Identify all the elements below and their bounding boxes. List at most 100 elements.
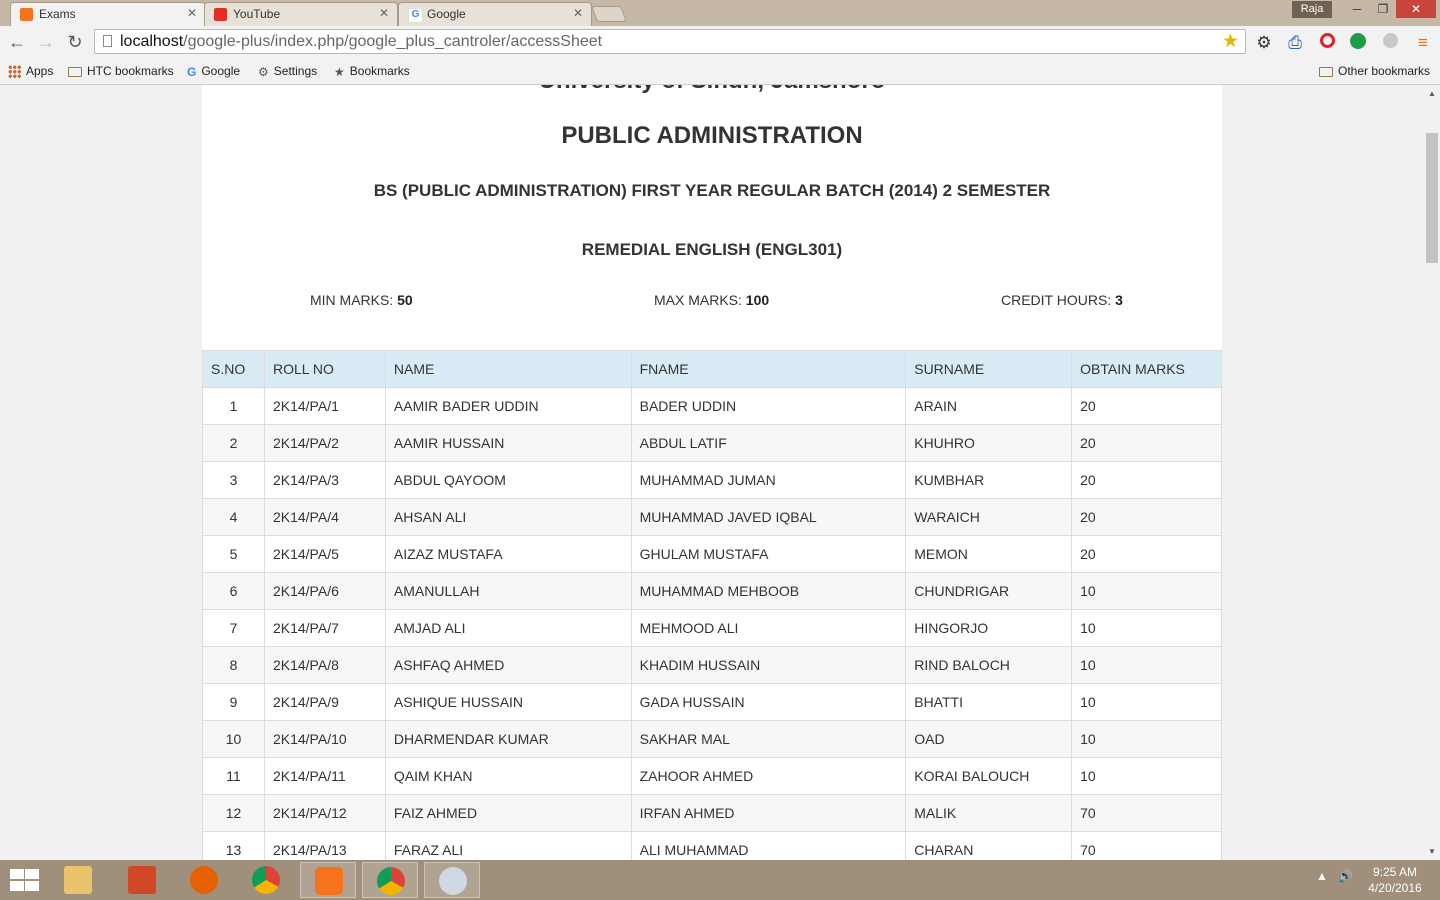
close-tab-icon[interactable]: ✕ — [379, 6, 389, 20]
back-icon[interactable]: ← — [6, 31, 28, 53]
cell-surname: MALIK — [905, 794, 1073, 832]
bookmark-htc[interactable]: HTC bookmarks — [68, 62, 174, 80]
bookmark-star-icon[interactable]: ★ — [1222, 30, 1239, 53]
cell-obtain-marks: 20 — [1071, 461, 1222, 499]
cell-roll-no: 2K14/PA/7 — [263, 609, 386, 647]
scrollbar-thumb[interactable] — [1426, 133, 1438, 263]
new-tab-button[interactable] — [591, 6, 627, 22]
cell-obtain-marks: 10 — [1071, 683, 1222, 721]
department-title: PUBLIC ADMINISTRATION — [561, 122, 863, 149]
taskbar-powerpoint[interactable] — [114, 862, 170, 898]
header-fname: FNAME — [630, 350, 907, 388]
cell-name: AHSAN ALI — [384, 498, 632, 536]
cell-name: ASHIQUE HUSSAIN — [384, 683, 632, 721]
paint-icon — [439, 867, 467, 895]
taskbar-file-explorer[interactable] — [50, 862, 106, 898]
cell-sno: 8 — [202, 646, 265, 684]
cell-sno: 9 — [202, 683, 265, 721]
cell-obtain-marks: 20 — [1071, 387, 1222, 425]
tab-youtube[interactable]: YouTube ✕ — [204, 2, 398, 26]
bookmark-bookmarks[interactable]: ★ Bookmarks — [334, 62, 410, 80]
clock[interactable]: 9:25 AM 4/20/2016 — [1360, 864, 1430, 896]
vertical-scrollbar[interactable]: ▲ ▼ — [1424, 85, 1440, 860]
cell-obtain-marks: 10 — [1071, 646, 1222, 684]
tab-google[interactable]: G Google ✕ — [398, 2, 592, 26]
cell-sno: 7 — [202, 609, 265, 647]
cell-sno: 10 — [202, 720, 265, 758]
close-window-icon[interactable]: ✕ — [1396, 0, 1436, 18]
print-icon[interactable]: ⎙ — [1285, 33, 1305, 53]
table-row: 1 2K14/PA/1 AAMIR BADER UDDIN BADER UDDIN AR… — [202, 387, 1222, 425]
cell-sno: 13 — [202, 831, 265, 860]
menu-icon[interactable]: ≡ — [1413, 33, 1433, 53]
show-hidden-icons[interactable]: ▲ — [1316, 869, 1328, 883]
opera-icon[interactable] — [1317, 33, 1337, 53]
profile-button[interactable]: Raja — [1292, 1, 1332, 18]
cell-fname: ABDUL LATIF — [630, 424, 907, 462]
cell-obtain-marks: 70 — [1071, 794, 1222, 832]
cell-sno: 11 — [202, 757, 265, 795]
taskbar-chrome-active[interactable] — [362, 862, 418, 898]
extension-gray-icon[interactable] — [1380, 33, 1400, 53]
bookmark-google[interactable]: G Google — [187, 62, 240, 80]
table-header-row: S.NO ROLL NO NAME FNAME SURNAME OBTAIN M… — [202, 350, 1222, 388]
cell-fname: GHULAM MUSTAFA — [630, 535, 907, 573]
minimize-icon[interactable]: ─ — [1344, 0, 1370, 18]
start-button[interactable] — [8, 868, 40, 892]
cell-roll-no: 2K14/PA/5 — [263, 535, 386, 573]
cell-fname: ALI MUHAMMAD — [630, 831, 907, 860]
cell-fname: IRFAN AHMED — [630, 794, 907, 832]
bookmark-settings[interactable]: ⚙ Settings — [258, 62, 317, 80]
cell-name: DHARMENDAR KUMAR — [384, 720, 632, 758]
cell-name: ASHFAQ AHMED — [384, 646, 632, 684]
taskbar-chrome[interactable] — [238, 862, 294, 898]
cell-name: AMJAD ALI — [384, 609, 632, 647]
cell-roll-no: 2K14/PA/8 — [263, 646, 386, 684]
powerpoint-icon — [128, 866, 156, 894]
browser-toolbar: ← → ↻ localhost/google-plus/index.php/go… — [0, 26, 1440, 59]
firefox-icon — [190, 866, 218, 894]
reload-icon[interactable]: ↻ — [64, 31, 86, 53]
cell-roll-no: 2K14/PA/13 — [263, 831, 386, 860]
tab-exams[interactable]: Exams ✕ — [10, 2, 206, 26]
address-bar[interactable]: localhost/google-plus/index.php/google_p… — [94, 29, 1246, 54]
table-row: 13 2K14/PA/13 FARAZ ALI ALI MUHAMMAD CHARAN 7… — [202, 831, 1222, 860]
gear-icon[interactable]: ⚙ — [1254, 33, 1274, 53]
cell-obtain-marks: 10 — [1071, 720, 1222, 758]
cell-name: ABDUL QAYOOM — [384, 461, 632, 499]
bookmark-other[interactable]: Other bookmarks — [1319, 62, 1430, 80]
cell-surname: KHUHRO — [905, 424, 1073, 462]
table-row: 4 2K14/PA/4 AHSAN ALI MUHAMMAD JAVED IQBAL W… — [202, 498, 1222, 536]
max-marks: MAX MARKS: 100 — [654, 292, 770, 308]
scroll-up-icon[interactable]: ▲ — [1428, 89, 1436, 98]
table-body: 1 2K14/PA/1 AAMIR BADER UDDIN BADER UDDIN AR… — [202, 387, 1222, 860]
folder-icon — [64, 866, 92, 894]
cell-fname: MUHAMMAD MEHBOOB — [630, 572, 907, 610]
cell-surname: RIND BALOCH — [905, 646, 1073, 684]
star-icon: ★ — [334, 64, 345, 79]
forward-icon[interactable]: → — [35, 31, 57, 53]
course-title: REMEDIAL ENGLISH (ENGL301) — [581, 240, 843, 259]
close-tab-icon[interactable]: ✕ — [187, 6, 197, 20]
table-row: 7 2K14/PA/7 AMJAD ALI MEHMOOD ALI HINGORJO 10 — [202, 609, 1222, 647]
taskbar-firefox[interactable] — [176, 862, 232, 898]
cell-roll-no: 2K14/PA/4 — [263, 498, 386, 536]
tab-title: Google — [427, 7, 466, 21]
header-sno: S.NO — [202, 350, 265, 388]
cell-fname: MUHAMMAD JAVED IQBAL — [630, 498, 907, 536]
close-tab-icon[interactable]: ✕ — [573, 6, 583, 20]
scroll-down-icon[interactable]: ▼ — [1428, 847, 1436, 856]
cell-roll-no: 2K14/PA/12 — [263, 794, 386, 832]
header-obtain-marks: OBTAIN MARKS — [1071, 350, 1222, 388]
cell-surname: WARAICH — [905, 498, 1073, 536]
cell-fname: KHADIM HUSSAIN — [630, 646, 907, 684]
cell-sno: 2 — [202, 424, 265, 462]
cell-obtain-marks: 20 — [1071, 498, 1222, 536]
volume-icon[interactable]: 🔊 — [1338, 869, 1353, 883]
taskbar-paint[interactable] — [424, 862, 480, 898]
extension-new-icon[interactable] — [1348, 33, 1368, 53]
cell-sno: 5 — [202, 535, 265, 573]
bookmark-apps[interactable]: Apps — [8, 62, 53, 80]
taskbar-xampp[interactable] — [300, 862, 356, 898]
restore-icon[interactable]: ❐ — [1370, 0, 1396, 18]
